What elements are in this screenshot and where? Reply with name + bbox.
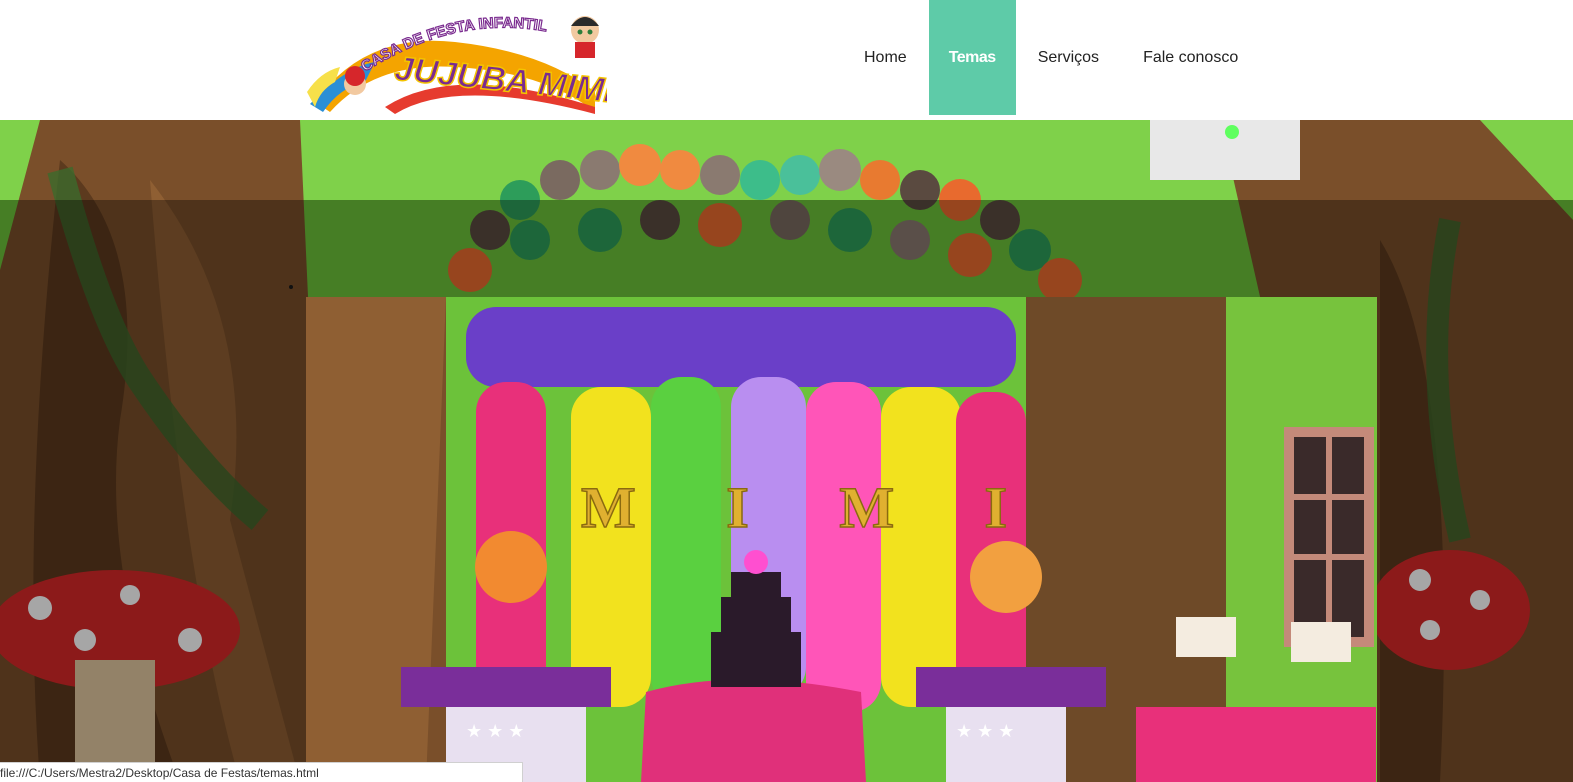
list-bullet <box>289 285 293 289</box>
nav-temas-link[interactable]: Temas <box>928 0 1016 115</box>
theme-slide-image[interactable]: M I M I ★ ★ ★ ★ ★ ★ <box>306 297 1377 782</box>
logo-image: CASA DE FESTA INFANTIL JUJUBA MIMI <box>307 14 618 114</box>
site-logo[interactable]: CASA DE FESTA INFANTIL JUJUBA MIMI <box>305 12 618 117</box>
main-nav: Home Temas Serviços Fale conosco <box>842 0 1260 115</box>
site-header: CASA DE FESTA INFANTIL JUJUBA MIMI Home … <box>0 0 1573 120</box>
nav-servicos-link[interactable]: Serviços <box>1016 0 1121 115</box>
party-decor-photo: M I M I ★ ★ ★ ★ ★ ★ <box>306 297 1377 782</box>
browser-status-url: file:///C:/Users/Mestra2/Desktop/Casa de… <box>0 762 523 782</box>
svg-text:★ ★ ★: ★ ★ ★ <box>466 721 524 741</box>
svg-text:M I M I: M I M I <box>581 475 1045 540</box>
nav-home-link[interactable]: Home <box>842 0 929 115</box>
nav-fale-conosco-link[interactable]: Fale conosco <box>1121 0 1260 115</box>
page: CASA DE FESTA INFANTIL JUJUBA MIMI Home … <box>0 0 1573 782</box>
svg-text:★ ★ ★: ★ ★ ★ <box>956 721 1014 741</box>
